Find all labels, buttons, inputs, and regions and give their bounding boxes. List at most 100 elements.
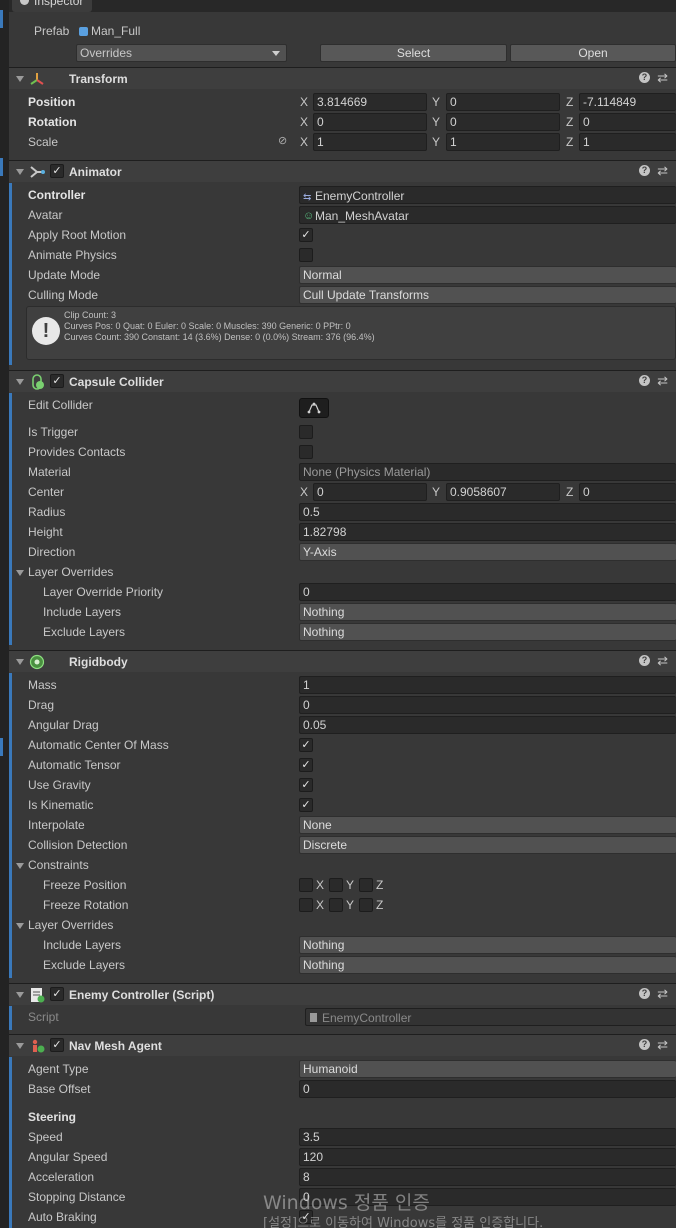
auto-tensor-checkbox[interactable]: ✓: [299, 758, 313, 772]
angular-drag-field[interactable]: 0.05: [299, 716, 676, 734]
transform-header[interactable]: Transform ? ⇄: [9, 67, 676, 89]
inspector-tab[interactable]: Inspector: [12, 0, 92, 12]
overrides-dropdown[interactable]: Overrides: [76, 44, 287, 62]
edit-collider-button[interactable]: [299, 398, 329, 418]
foldout-arrow-icon[interactable]: [16, 379, 24, 385]
center-z-field[interactable]: 0: [579, 483, 676, 501]
warning-icon: !: [32, 317, 60, 345]
mass-field[interactable]: 1: [299, 676, 676, 694]
settings-icon[interactable]: ⇄: [657, 70, 668, 86]
freeze-rotation-y-checkbox[interactable]: [329, 898, 343, 912]
is-kinematic-checkbox[interactable]: ✓: [299, 798, 313, 812]
prefab-field[interactable]: Man_Full: [76, 22, 676, 40]
open-button[interactable]: Open: [510, 44, 676, 62]
rotation-z-field[interactable]: 0: [579, 113, 676, 131]
help-icon[interactable]: ?: [639, 1039, 650, 1050]
animator-header[interactable]: ✓ Animator ? ⇄: [9, 160, 676, 182]
rotation-x-field[interactable]: 0: [313, 113, 427, 131]
settings-icon[interactable]: ⇄: [657, 986, 668, 1002]
freeze-position-x-checkbox[interactable]: [299, 878, 313, 892]
height-label: Height: [28, 525, 63, 539]
nav-mesh-agent-enabled-checkbox[interactable]: ✓: [50, 1038, 64, 1052]
foldout-arrow-icon[interactable]: [16, 923, 24, 929]
provides-contacts-checkbox[interactable]: [299, 445, 313, 459]
radius-field[interactable]: 0.5: [299, 503, 676, 521]
script-enabled-checkbox[interactable]: ✓: [50, 987, 64, 1001]
foldout-arrow-icon[interactable]: [16, 863, 24, 869]
freeze-rotation-z-checkbox[interactable]: [359, 898, 373, 912]
center-y-field[interactable]: 0.9058607: [446, 483, 560, 501]
scale-x-field[interactable]: 1: [313, 133, 427, 151]
position-x-field[interactable]: 3.814669: [313, 93, 427, 111]
culling-mode-dropdown[interactable]: Cull Update Transforms: [299, 286, 676, 304]
base-offset-field[interactable]: 0: [299, 1080, 676, 1098]
help-icon[interactable]: ?: [639, 655, 650, 666]
rigidbody-header[interactable]: Rigidbody ? ⇄: [9, 650, 676, 672]
center-x-field[interactable]: 0: [313, 483, 427, 501]
layer-overrides-foldout[interactable]: Layer Overrides: [28, 565, 113, 579]
update-mode-dropdown[interactable]: Normal: [299, 266, 676, 284]
avatar-field[interactable]: ☺ Man_MeshAvatar: [299, 206, 676, 224]
freeze-position-y-checkbox[interactable]: [329, 878, 343, 892]
controller-field[interactable]: ⇆ EnemyController: [299, 186, 676, 204]
scale-y-field[interactable]: 1: [446, 133, 560, 151]
material-field[interactable]: None (Physics Material): [299, 463, 676, 481]
speed-field[interactable]: 3.5: [299, 1128, 676, 1146]
foldout-arrow-icon[interactable]: [16, 169, 24, 175]
scale-z-field[interactable]: 1: [579, 133, 676, 151]
tab-bar: [9, 0, 676, 12]
capsule-collider-enabled-checkbox[interactable]: ✓: [50, 374, 64, 388]
settings-icon[interactable]: ⇄: [657, 653, 668, 669]
foldout-arrow-icon[interactable]: [16, 76, 24, 82]
foldout-arrow-icon[interactable]: [16, 570, 24, 576]
base-offset-label: Base Offset: [28, 1082, 91, 1096]
position-z-field[interactable]: -7.114849: [579, 93, 676, 111]
settings-icon[interactable]: ⇄: [657, 1037, 668, 1053]
foldout-arrow-icon[interactable]: [16, 1043, 24, 1049]
freeze-rotation-x-checkbox[interactable]: [299, 898, 313, 912]
settings-icon[interactable]: ⇄: [657, 163, 668, 179]
agent-type-dropdown[interactable]: Humanoid: [299, 1060, 676, 1078]
position-label: Position: [28, 95, 76, 109]
apply-root-motion-checkbox[interactable]: ✓: [299, 228, 313, 242]
height-field[interactable]: 1.82798: [299, 523, 676, 541]
selection-bar: [9, 673, 12, 978]
freeze-position-z-checkbox[interactable]: [359, 878, 373, 892]
help-icon[interactable]: ?: [639, 375, 650, 386]
is-trigger-checkbox[interactable]: [299, 425, 313, 439]
animate-physics-checkbox[interactable]: [299, 248, 313, 262]
exclude-layers-dropdown[interactable]: Nothing: [299, 623, 676, 641]
position-y-field[interactable]: 0: [446, 93, 560, 111]
scale-label: Scale: [28, 135, 59, 149]
rotation-y-field[interactable]: 0: [446, 113, 560, 131]
layer-overrides-foldout[interactable]: Layer Overrides: [28, 918, 113, 932]
nav-mesh-agent-header[interactable]: ✓ Nav Mesh Agent ? ⇄: [9, 1034, 676, 1056]
exclude-layers-dropdown[interactable]: Nothing: [299, 956, 676, 974]
capsule-collider-header[interactable]: ✓ Capsule Collider ? ⇄: [9, 370, 676, 392]
foldout-arrow-icon[interactable]: [16, 992, 24, 998]
settings-icon[interactable]: ⇄: [657, 373, 668, 389]
select-button[interactable]: Select: [320, 44, 507, 62]
acceleration-field[interactable]: 8: [299, 1168, 676, 1186]
collision-detection-dropdown[interactable]: Discrete: [299, 836, 676, 854]
constraints-foldout[interactable]: Constraints: [28, 858, 89, 872]
help-icon[interactable]: ?: [639, 165, 650, 176]
drag-field[interactable]: 0: [299, 696, 676, 714]
use-gravity-checkbox[interactable]: ✓: [299, 778, 313, 792]
help-icon[interactable]: ?: [639, 72, 650, 83]
direction-dropdown[interactable]: Y-Axis: [299, 543, 676, 561]
include-layers-dropdown[interactable]: Nothing: [299, 936, 676, 954]
interpolate-dropdown[interactable]: None: [299, 816, 676, 834]
speed-label: Speed: [28, 1130, 63, 1144]
help-icon[interactable]: ?: [639, 988, 650, 999]
axis-z-label: Z: [566, 135, 574, 149]
enemy-controller-header[interactable]: ✓ Enemy Controller (Script) ? ⇄: [9, 983, 676, 1005]
include-layers-dropdown[interactable]: Nothing: [299, 603, 676, 621]
layer-override-priority-field[interactable]: 0: [299, 583, 676, 601]
auto-center-of-mass-checkbox[interactable]: ✓: [299, 738, 313, 752]
link-icon[interactable]: ⊘: [278, 134, 287, 147]
animator-enabled-checkbox[interactable]: ✓: [50, 164, 64, 178]
foldout-arrow-icon[interactable]: [16, 659, 24, 665]
select-label: Select: [396, 46, 431, 60]
angular-speed-field[interactable]: 120: [299, 1148, 676, 1166]
